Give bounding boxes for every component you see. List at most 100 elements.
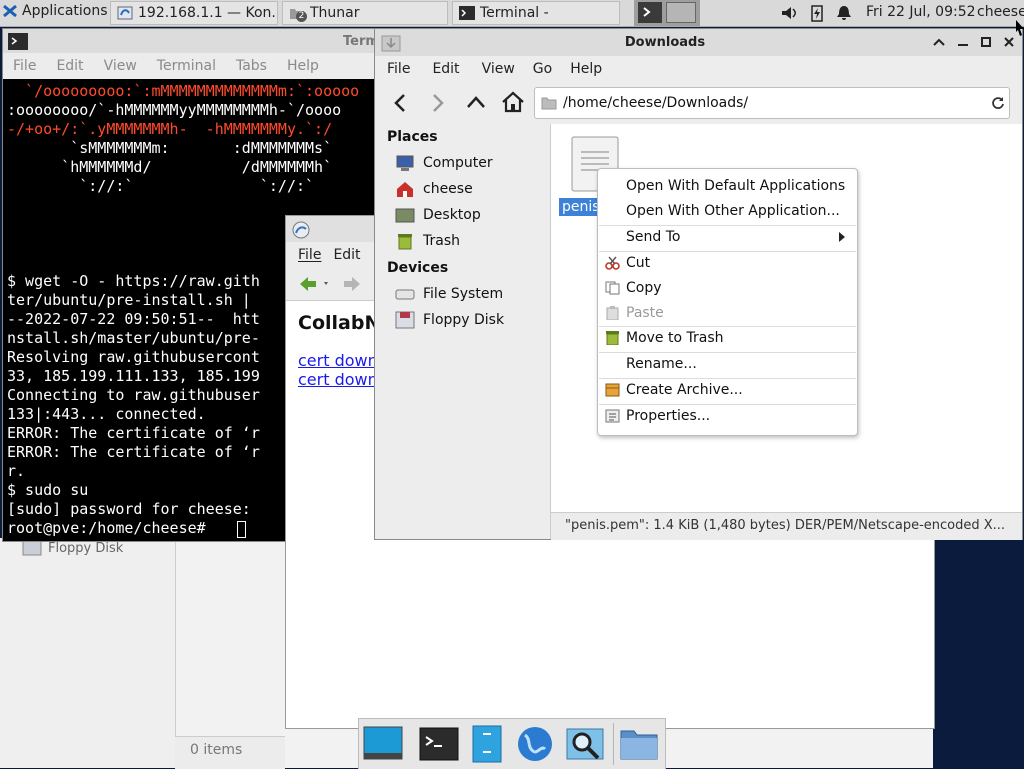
desktop-icon (395, 208, 415, 223)
computer-icon (396, 155, 414, 171)
archive-icon (605, 383, 620, 397)
workspace-2[interactable] (666, 2, 696, 23)
maximize-icon[interactable] (980, 36, 992, 48)
applications-menu-button[interactable]: Applications (2, 3, 108, 19)
sidebar-item-label: Computer (423, 155, 493, 171)
ascii-art-line: `hMMMMMMd/ /dMMMMMMh` (7, 158, 333, 176)
file-context-menu: Open With Default Applications Open With… (597, 168, 858, 436)
menu-item-properties[interactable]: Properties... (598, 405, 857, 427)
menu-item-copy[interactable]: Copy (598, 277, 857, 299)
sidebar-item-trash[interactable]: Trash (395, 232, 460, 250)
terminal-line: 133|:443... connected. (7, 405, 206, 423)
sidebar: Places Computer cheese Desktop Trash Dev… (375, 124, 551, 539)
browser-icon (117, 6, 133, 20)
menu-item-create-archive[interactable]: Create Archive... (598, 379, 857, 401)
workspace-switcher[interactable] (634, 0, 700, 26)
minimize-icon[interactable] (957, 37, 969, 47)
browser-icon (292, 221, 310, 239)
status-bar: "penis.pem": 1.4 KiB (1,480 bytes) DER/P… (551, 512, 1022, 540)
reload-icon[interactable] (991, 96, 1005, 110)
volume-icon[interactable] (780, 4, 798, 22)
menu-file[interactable]: File (13, 58, 36, 74)
menu-item-move-to-trash[interactable]: Move to Trash (598, 327, 857, 349)
task-terminal[interactable]: Terminal - (452, 1, 620, 25)
terminal-menubar: File Edit View Terminal Tabs Help (3, 53, 393, 79)
sidebar-item-label: Desktop (423, 207, 481, 223)
terminal-line: nstall.sh/master/ubuntu/pre- (7, 329, 260, 347)
home-icon[interactable] (501, 91, 525, 113)
terminal-line: ERROR: The certificate of ‘r (7, 443, 260, 461)
task-thunar[interactable]: 2 Thunar (282, 1, 448, 25)
menu-view[interactable]: View (104, 58, 137, 74)
status-text: "penis.pem": 1.4 KiB (1,480 bytes) DER/P… (565, 518, 1006, 533)
cert-download-link[interactable]: cert down (298, 370, 378, 389)
toolbar: /home/cheese/Downloads/ (375, 82, 1022, 124)
cert-download-link[interactable]: cert down (298, 351, 378, 370)
menu-edit[interactable]: Edit (333, 247, 360, 263)
app-finder-icon[interactable] (565, 725, 605, 763)
terminal-icon[interactable] (419, 725, 459, 763)
sidebar-item-desktop[interactable]: Desktop (395, 206, 481, 224)
workspace-1[interactable] (638, 2, 662, 23)
menu-edit[interactable]: Edit (56, 58, 83, 74)
top-panel: Applications 192.168.1.1 — Kon... 2 Thun… (0, 0, 1024, 27)
menu-item-open-other[interactable]: Open With Other Application... (598, 200, 857, 222)
drive-icon (395, 289, 415, 300)
forward-icon[interactable] (340, 274, 374, 294)
ascii-art-line: `/ooooooooo:`:mMMMMMMMMMMMMMm:`:ooooo (7, 82, 360, 100)
terminal-cursor (237, 521, 246, 538)
menu-view[interactable]: View (482, 61, 515, 77)
menu-file[interactable]: File (387, 61, 410, 77)
ascii-art-line: :oooooooo/`-hMMMMMMyyMMMMMMMMh-`/oooo (7, 101, 342, 119)
terminal-line: ter/ubuntu/pre-install.sh | (7, 291, 251, 309)
home-icon (397, 182, 413, 197)
menu-file[interactable]: File (298, 247, 321, 263)
floppy-icon (22, 540, 42, 556)
ascii-art-line: `://:` `://:` (7, 177, 315, 195)
sidebar-item-floppy[interactable]: Floppy Disk (395, 311, 504, 329)
folder-icon[interactable] (619, 725, 659, 763)
forward-icon[interactable] (429, 92, 447, 114)
menu-edit[interactable]: Edit (432, 61, 459, 77)
user-menu[interactable]: cheese (977, 4, 1024, 20)
notification-bell-icon[interactable] (836, 4, 852, 22)
sidebar-item-filesystem[interactable]: File System (395, 285, 503, 303)
terminal-line: $ sudo su (7, 481, 89, 499)
ascii-art-line: `sMMMMMMMm: :dMMMMMMMs` (7, 139, 333, 157)
file-manager-icon[interactable] (467, 725, 507, 763)
menu-help[interactable]: Help (570, 61, 602, 77)
menu-item-rename[interactable]: Rename... (598, 353, 857, 375)
task-browser[interactable]: 192.168.1.1 — Kon... (110, 1, 278, 25)
task-count-badge: 2 (296, 11, 307, 22)
menu-item-cut[interactable]: Cut (598, 252, 857, 274)
window-title: Downloads (624, 35, 706, 50)
bottom-dock (358, 718, 666, 769)
menu-help[interactable]: Help (287, 58, 319, 74)
menu-item-paste[interactable]: Paste (598, 302, 857, 324)
back-icon[interactable] (298, 274, 332, 294)
menu-item-send-to[interactable]: Send To (598, 226, 857, 248)
close-icon[interactable] (1003, 36, 1015, 48)
menu-tabs[interactable]: Tabs (236, 58, 267, 74)
sidebar-item-cheese[interactable]: cheese (395, 180, 473, 198)
sidebar-item-computer[interactable]: Computer (395, 154, 493, 172)
terminal-prompt-line: root@pve:/home/cheese# (7, 519, 215, 537)
terminal-line: r. (7, 462, 26, 480)
terminal-icon (8, 33, 28, 50)
parent-folder-icon[interactable] (465, 93, 487, 111)
chevron-up-icon[interactable] (933, 37, 945, 47)
battery-icon[interactable] (810, 4, 824, 22)
terminal-line: Resolving raw.githubusercont (7, 348, 260, 366)
location-bar[interactable]: /home/cheese/Downloads/ (534, 87, 1010, 119)
terminal-line: [sudo] password for cheese: (7, 500, 251, 518)
copy-icon (605, 281, 620, 295)
web-browser-icon[interactable] (515, 725, 555, 763)
task-label: Terminal - (480, 5, 549, 21)
menu-go[interactable]: Go (533, 61, 552, 77)
show-desktop-icon[interactable] (363, 725, 403, 763)
menu-terminal[interactable]: Terminal (157, 58, 216, 74)
back-icon[interactable] (391, 92, 409, 114)
clock[interactable]: Fri 22 Jul, 09:52 (866, 4, 976, 20)
menu-item-open-default[interactable]: Open With Default Applications (598, 175, 857, 197)
sidebar-item-floppy[interactable]: Floppy Disk (22, 540, 123, 556)
